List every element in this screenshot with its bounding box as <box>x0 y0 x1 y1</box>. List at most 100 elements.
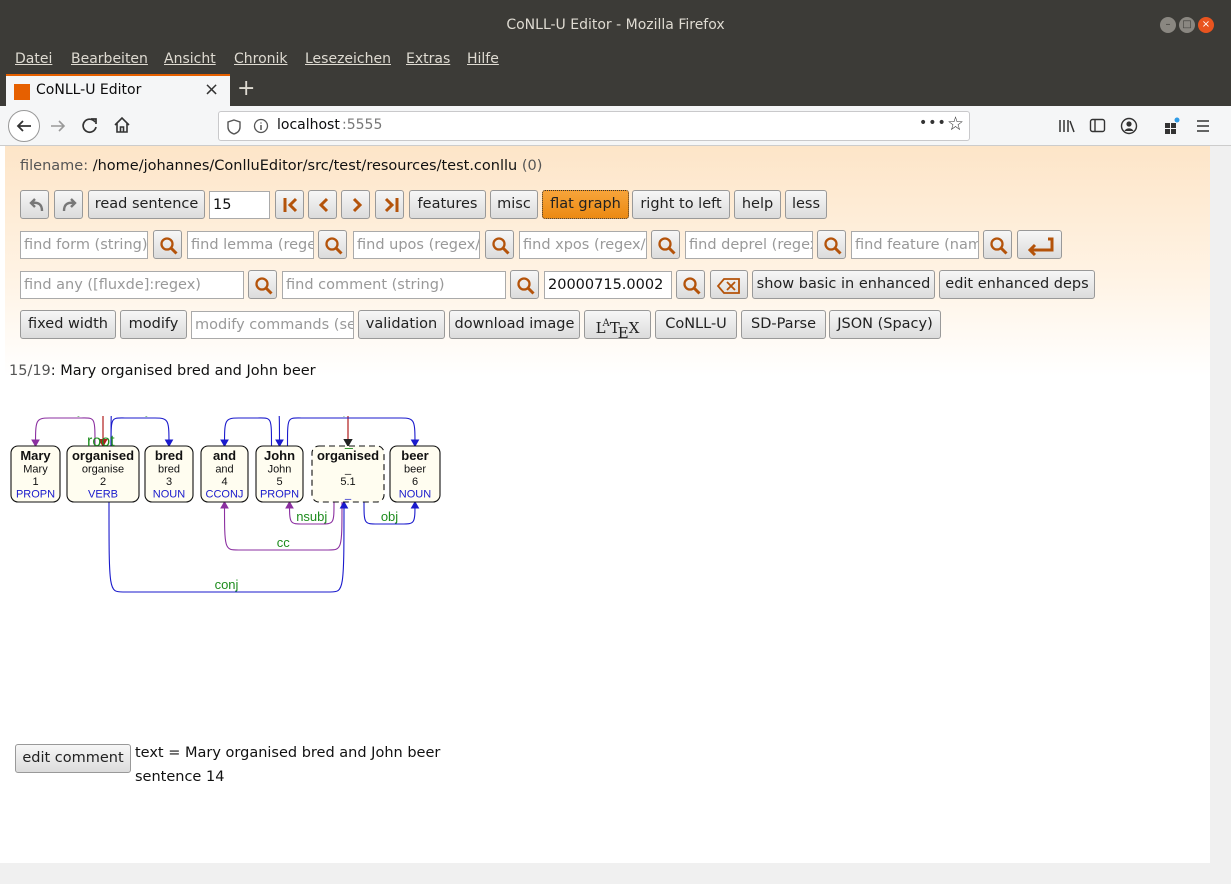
browser-window: CoNLL-U Editor - Mozilla Firefox – □ × D… <box>0 0 1231 884</box>
comment-line: text = Mary organised bred and John beer <box>135 745 441 761</box>
latex-button[interactable]: LATEX <box>584 310 651 342</box>
find-comment-input[interactable]: find comment (string) <box>282 271 506 299</box>
return-search-button[interactable] <box>1017 230 1062 259</box>
find-xpos-input[interactable]: find xpos (regex/. <box>519 231 647 259</box>
dependency-graph[interactable]: nsubjobjconjccorphannsubjobjccconj MaryM… <box>5 416 455 716</box>
previous-sentence-button[interactable] <box>308 190 337 219</box>
token-1[interactable]: MaryMary1PROPN <box>10 445 61 503</box>
token-6[interactable]: beerbeer6NOUN <box>389 445 441 503</box>
find-xpos-button[interactable] <box>651 230 680 259</box>
menu-hilfe[interactable]: Hilfe <box>467 51 499 67</box>
modify-commands-input[interactable]: modify commands (see <box>191 311 354 339</box>
edit-comment-button[interactable]: edit comment <box>15 744 131 773</box>
sentence-number-input[interactable]: 15 <box>209 191 270 219</box>
edge-label: conj <box>215 577 239 592</box>
url-port: :5555 <box>342 117 383 133</box>
menu-chronik[interactable]: Chronik <box>234 51 288 67</box>
token-4[interactable]: andand4CCONJ <box>200 445 249 503</box>
features-button[interactable]: features <box>409 190 486 219</box>
read-sentence-button[interactable]: read sentence <box>88 190 205 219</box>
misc-button[interactable]: misc <box>490 190 538 219</box>
maximize-button[interactable]: □ <box>1179 17 1195 33</box>
info-icon[interactable] <box>253 118 269 134</box>
modify-button[interactable]: modify <box>120 310 187 339</box>
forward-arrow-icon[interactable] <box>48 116 68 136</box>
close-tab-icon[interactable]: × <box>204 79 219 100</box>
bookmark-star-icon[interactable]: ☆ <box>947 113 964 135</box>
menu-lesezeichen[interactable]: Lesezeichen <box>305 51 391 67</box>
sd-parse-button[interactable]: SD-Parse <box>741 310 826 339</box>
menu-extras[interactable]: Extras <box>406 51 450 67</box>
comment-block: text = Mary organised bred and John beer… <box>135 741 440 789</box>
page-actions-icon[interactable]: ••• <box>919 115 947 131</box>
minimize-button[interactable]: – <box>1160 17 1176 33</box>
close-window-button[interactable]: × <box>1198 17 1214 33</box>
validation-button[interactable]: validation <box>358 310 445 339</box>
token-id: 4 <box>221 476 227 488</box>
undo-button[interactable] <box>20 190 49 219</box>
sidebar-icon[interactable] <box>1089 118 1107 134</box>
find-deprel-input[interactable]: find deprel (regex <box>685 231 813 259</box>
first-sentence-button[interactable] <box>275 190 304 219</box>
basic-edge-obj[interactable]: obj <box>110 416 174 448</box>
basic-edge-cc[interactable]: cc <box>220 416 273 448</box>
url-bar[interactable]: localhost:5555 ••• ☆ <box>218 111 970 141</box>
conllu-button[interactable]: CoNLL-U <box>655 310 737 339</box>
find-feature-input[interactable]: find feature (name <box>851 231 979 259</box>
back-button[interactable] <box>8 110 40 142</box>
hamburger-menu-icon[interactable] <box>1195 118 1211 134</box>
show-basic-in-enhanced-button[interactable]: show basic in enhanced <box>752 270 935 299</box>
sent-id-input[interactable]: 20000715.0002 <box>544 271 672 299</box>
find-lemma-button[interactable] <box>318 230 347 259</box>
fixed-width-button[interactable]: fixed width <box>20 310 116 339</box>
library-icon[interactable] <box>1058 118 1076 134</box>
token-3[interactable]: bredbred3NOUN <box>144 445 194 503</box>
home-icon[interactable] <box>112 115 132 135</box>
find-deprel-button[interactable] <box>817 230 846 259</box>
extensions-icon[interactable] <box>1163 117 1181 135</box>
help-button[interactable]: help <box>734 190 781 219</box>
tab-conllu-editor[interactable]: CoNLL-U Editor × <box>6 74 230 106</box>
enhanced-edge-obj[interactable]: obj <box>363 500 420 525</box>
find-any-button[interactable] <box>248 270 277 299</box>
enhanced-edge-nsubj[interactable]: nsubj <box>285 500 335 525</box>
token-id: 5 <box>276 476 282 488</box>
token-5.1[interactable]: organised_5.1_ <box>311 445 385 503</box>
find-upos-button[interactable] <box>485 230 514 259</box>
token-2[interactable]: organisedorganise2VERB <box>66 445 140 503</box>
basic-edge-conj[interactable]: conj <box>110 416 284 448</box>
menu-datei[interactable]: Datei <box>15 51 52 67</box>
find-comment-button[interactable] <box>510 270 539 299</box>
token-lemma: beer <box>404 464 426 476</box>
redo-button[interactable] <box>54 190 83 219</box>
last-sentence-button[interactable] <box>375 190 404 219</box>
find-form-button[interactable] <box>153 230 182 259</box>
navigation-toolbar: localhost:5555 ••• ☆ <box>0 106 1231 146</box>
token-id: 3 <box>166 476 172 488</box>
download-image-button[interactable]: download image <box>449 310 580 339</box>
menu-ansicht[interactable]: Ansicht <box>164 51 216 67</box>
find-lemma-input[interactable]: find lemma (regex <box>187 231 314 259</box>
account-icon[interactable] <box>1120 117 1138 135</box>
find-form-input[interactable]: find form (string) <box>20 231 148 259</box>
edit-enhanced-deps-button[interactable]: edit enhanced deps <box>939 270 1095 299</box>
token-5[interactable]: JohnJohn5PROPN <box>255 445 304 503</box>
find-sent-id-button[interactable] <box>676 270 705 299</box>
new-tab-button[interactable]: + <box>237 76 255 101</box>
less-button[interactable]: less <box>785 190 827 219</box>
reload-icon[interactable] <box>80 116 100 136</box>
token-form: organised <box>317 448 379 463</box>
token-lemma: organise <box>82 464 124 476</box>
find-any-input[interactable]: find any ([fluxde]:regex) <box>20 271 244 299</box>
next-sentence-button[interactable] <box>341 190 370 219</box>
clear-search-button[interactable] <box>710 270 748 299</box>
find-feature-button[interactable] <box>983 230 1012 259</box>
filename-count: (0) <box>521 158 543 174</box>
json-spacy-button[interactable]: JSON (Spacy) <box>829 310 941 339</box>
right-to-left-button[interactable]: right to left <box>632 190 730 219</box>
window-titlebar: CoNLL-U Editor - Mozilla Firefox – □ × <box>0 0 1231 46</box>
token-upos: NOUN <box>153 489 185 501</box>
flat-graph-button[interactable]: flat graph <box>542 190 629 219</box>
find-upos-input[interactable]: find upos (regex/. <box>353 231 480 259</box>
menu-bearbeiten[interactable]: Bearbeiten <box>71 51 148 67</box>
